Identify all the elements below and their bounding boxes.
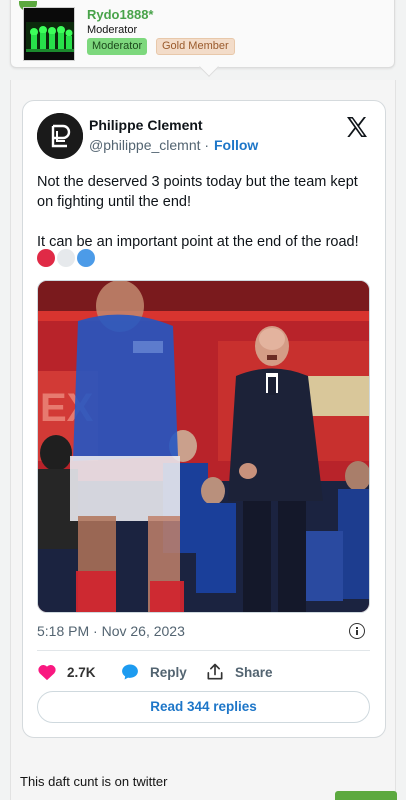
share-icon xyxy=(207,663,223,680)
info-icon[interactable] xyxy=(349,623,365,639)
follow-button[interactable]: Follow xyxy=(214,137,258,153)
share-label: Share xyxy=(235,664,273,680)
tweet-handle-text: @philippe_clemnt xyxy=(89,137,201,153)
post-author-card: Rydo1888* Moderator Moderator Gold Membe… xyxy=(10,0,395,77)
tweet-author-handle[interactable]: @philippe_clemnt · xyxy=(89,137,209,153)
tweet-emoji-circles xyxy=(37,249,95,267)
blue-circle-icon xyxy=(77,249,95,267)
tweet-photo[interactable]: EX xyxy=(37,280,370,613)
author-username[interactable]: Rydo1888* xyxy=(87,7,153,22)
post-message-text: This daft cunt is on twitter xyxy=(20,774,168,789)
white-circle-icon xyxy=(57,249,75,267)
reply-button[interactable]: Reply xyxy=(120,661,187,683)
tweet-timestamp[interactable]: 5:18 PM · Nov 26, 2023 xyxy=(37,623,185,639)
card-pointer xyxy=(199,57,219,77)
like-post-button[interactable] xyxy=(335,791,397,800)
tweet-text-line: Not the deserved 3 points today but the … xyxy=(37,174,358,210)
tweet-handle-separator: · xyxy=(204,137,210,153)
divider xyxy=(37,650,370,651)
share-button[interactable]: Share xyxy=(205,661,273,683)
heart-icon xyxy=(38,665,56,681)
reply-bubble-icon xyxy=(122,664,138,680)
x-logo-icon[interactable] xyxy=(345,115,369,139)
like-button[interactable]: 2.7K xyxy=(37,661,96,683)
tweet-avatar[interactable] xyxy=(37,113,83,159)
embedded-tweet[interactable]: Philippe Clement @philippe_clemnt · Foll… xyxy=(22,100,386,738)
reply-label: Reply xyxy=(150,664,187,680)
avatar[interactable] xyxy=(23,7,75,61)
author-title: Moderator xyxy=(87,24,138,36)
tweet-author-name[interactable]: Philippe Clement xyxy=(89,117,203,133)
red-circle-icon xyxy=(37,249,55,267)
read-replies-button[interactable]: Read 344 replies xyxy=(37,691,370,723)
badge-gold-member: Gold Member xyxy=(156,38,235,55)
badge-moderator: Moderator xyxy=(87,38,148,55)
like-count: 2.7K xyxy=(67,664,96,680)
